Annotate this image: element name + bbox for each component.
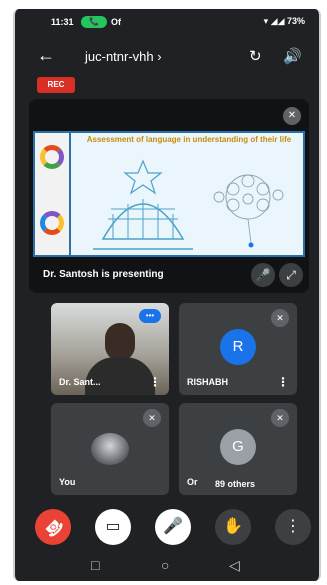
mic-muted-icon: ✕ xyxy=(271,309,289,327)
call-indicator-pill: 📞 xyxy=(81,16,107,28)
avatar: R xyxy=(220,329,256,365)
status-time: 11:31 xyxy=(51,17,74,27)
hand-icon: ✋ xyxy=(223,518,243,535)
slide-sidebar xyxy=(35,133,71,255)
mic-muted-icon: ✕ xyxy=(283,107,301,125)
meeting-top-bar: ← juc-ntnr-vhh › ↻ 🔊 xyxy=(15,43,319,71)
phone-hangup-icon: ☎ xyxy=(40,514,67,541)
slide-title: Assessment of language in understanding … xyxy=(86,135,292,144)
status-right-icons: ▾ ◢◢ 73% xyxy=(263,16,305,26)
presenter-caption: Dr. Santosh is presenting xyxy=(43,269,164,280)
participant-tile-dr-santosh[interactable]: ••• Dr. Sant... ⋮ xyxy=(51,303,169,395)
more-vert-icon: ⋮ xyxy=(285,518,301,535)
mic-muted-icon: ✕ xyxy=(271,409,289,427)
more-vert-icon[interactable]: ⋮ xyxy=(149,375,161,389)
slide-illustration xyxy=(93,159,284,250)
mic-off-icon: 🎤 xyxy=(163,518,183,535)
mute-presentation-icon[interactable]: 🎤 xyxy=(251,263,275,287)
chevron-right-icon: › xyxy=(157,49,162,64)
mic-toggle-button[interactable]: 🎤 xyxy=(155,509,191,545)
back-arrow-icon[interactable]: ← xyxy=(37,45,55,66)
nav-back-icon[interactable]: ◁ xyxy=(229,557,240,574)
phone-screen: 11:31 📞 Of ▾ ◢◢ 73% ← juc-ntnr-vhh › ↻ 🔊… xyxy=(13,9,321,581)
participant-name: RISHABH xyxy=(187,377,229,387)
color-wheel-icon xyxy=(40,145,64,169)
participant-tile-rishabh[interactable]: ✕ R RISHABH ⋮ xyxy=(179,303,297,395)
end-call-button[interactable]: ☎ xyxy=(35,509,71,545)
camera-toggle-button[interactable]: ▭ xyxy=(95,509,131,545)
participant-head xyxy=(105,323,135,361)
speaker-icon[interactable]: 🔊 xyxy=(283,47,302,65)
speaking-indicator-icon: ••• xyxy=(139,309,161,323)
shared-slide: Assessment of language in understanding … xyxy=(33,131,305,257)
camera-off-icon: ▭ xyxy=(105,518,121,535)
color-wheel-icon xyxy=(40,211,64,235)
more-vert-icon[interactable]: ⋮ xyxy=(277,375,289,389)
participant-name: Or xyxy=(187,477,198,487)
home-icon[interactable]: ○ xyxy=(161,557,169,573)
status-extra: Of xyxy=(111,17,121,27)
rec-badge: REC xyxy=(37,77,75,93)
presentation-tile[interactable]: ✕ Assessment of language in understandin… xyxy=(29,99,309,293)
meeting-code-text: juc-ntnr-vhh xyxy=(85,49,154,64)
more-options-button[interactable]: ⋮ xyxy=(275,509,311,545)
others-count: 89 others xyxy=(215,479,256,489)
participant-tile-others[interactable]: ✕ G Or 89 others xyxy=(179,403,297,495)
participant-name: You xyxy=(59,477,76,487)
participant-name: Dr. Sant... xyxy=(59,377,101,387)
system-nav-bar: □ ○ ◁ xyxy=(15,557,319,579)
self-preview xyxy=(91,433,129,465)
fullscreen-icon[interactable]: ⤢ xyxy=(279,263,303,287)
meeting-code[interactable]: juc-ntnr-vhh › xyxy=(85,49,162,64)
switch-camera-icon[interactable]: ↻ xyxy=(249,47,262,65)
avatar: G xyxy=(220,429,256,465)
mic-muted-icon: ✕ xyxy=(143,409,161,427)
participant-tile-self[interactable]: ✕ You xyxy=(51,403,169,495)
raise-hand-button[interactable]: ✋ xyxy=(215,509,251,545)
status-bar: 11:31 📞 Of ▾ ◢◢ 73% xyxy=(15,9,319,35)
recents-icon[interactable]: □ xyxy=(91,557,99,573)
